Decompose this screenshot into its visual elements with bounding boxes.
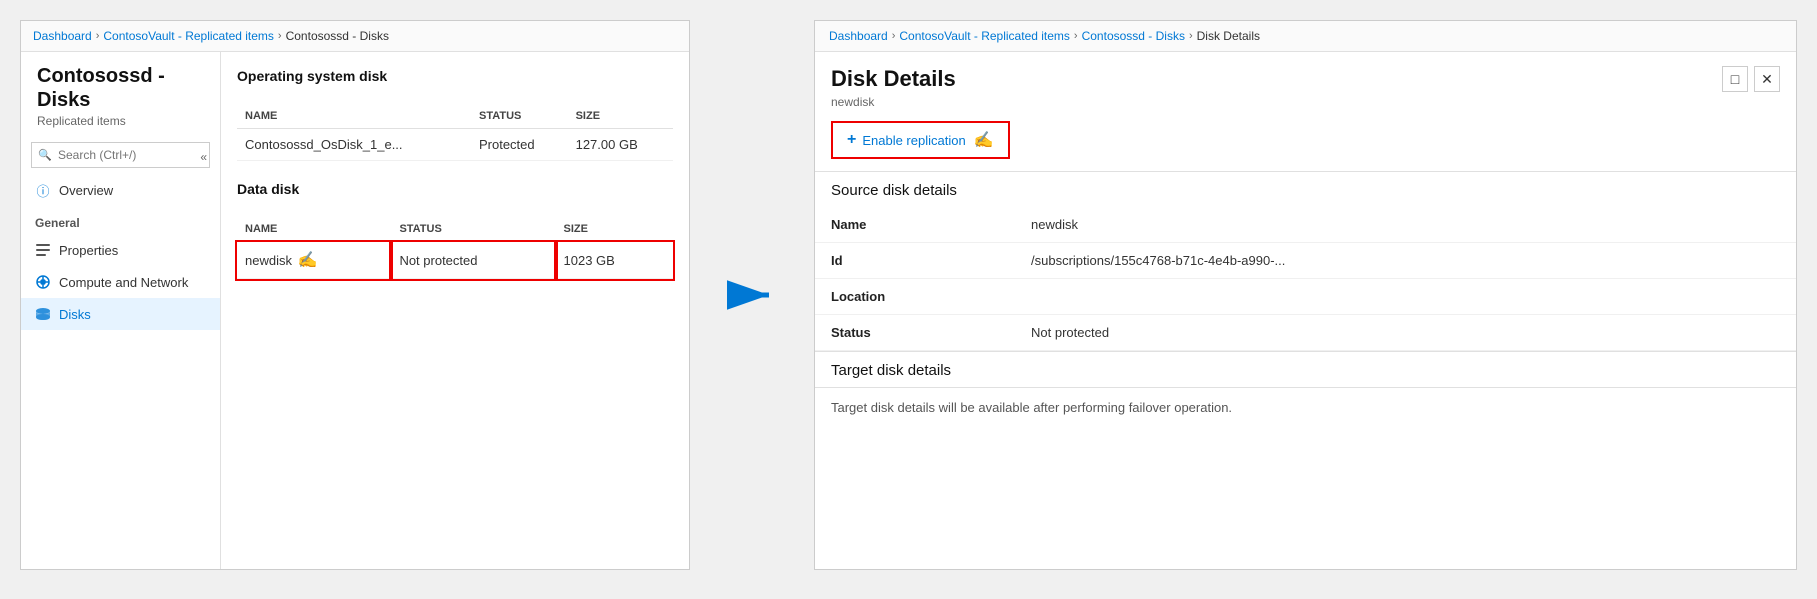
right-breadcrumb-disks[interactable]: Contosossd - Disks (1082, 29, 1185, 43)
detail-row-status: Status Not protected (815, 315, 1796, 351)
page-header: Contosossd - Disks Replicated items (21, 52, 220, 132)
breadcrumb-current: Contosossd - Disks (286, 29, 389, 43)
breadcrumb-sep-1: › (96, 30, 100, 42)
right-breadcrumb-sep-2: › (1074, 30, 1078, 42)
nav-section-general: General (21, 206, 220, 234)
source-details-table: Name newdisk Id /subscriptions/155c4768-… (815, 207, 1796, 351)
right-panel-header: Disk Details newdisk □ ✕ (815, 52, 1796, 115)
detail-value-id: /subscriptions/155c4768-b71c-4e4b-a990-.… (1015, 243, 1796, 279)
sidebar-item-overview[interactable]: ⓘ Overview (21, 174, 220, 206)
right-panel-subtitle: newdisk (831, 95, 956, 109)
arrow-indicator (722, 280, 782, 310)
target-note: Target disk details will be available af… (815, 387, 1796, 427)
right-breadcrumb-dashboard[interactable]: Dashboard (829, 29, 888, 43)
sidebar-item-overview-label: Overview (59, 183, 113, 198)
os-disk-size: 127.00 GB (568, 129, 673, 161)
left-content: Contosossd - Disks Replicated items 🔍 « … (21, 52, 689, 569)
detail-label-status: Status (815, 315, 1015, 351)
page-title: Contosossd - Disks (37, 64, 204, 112)
os-disk-status: Protected (471, 129, 568, 161)
source-section-title: Source disk details (815, 171, 1796, 207)
os-disk-table: NAME STATUS SIZE Contosossd_OsDisk_1_e..… (237, 104, 673, 161)
page-subtitle: Replicated items (37, 114, 204, 128)
main-content: Operating system disk NAME STATUS SIZE C… (221, 52, 689, 569)
properties-icon (35, 242, 51, 258)
maximize-button[interactable]: □ (1722, 66, 1748, 92)
os-disk-col-status: STATUS (471, 104, 568, 129)
sidebar: Contosossd - Disks Replicated items 🔍 « … (21, 52, 221, 569)
sidebar-item-properties[interactable]: Properties (21, 234, 220, 266)
detail-label-location: Location (815, 279, 1015, 315)
left-panel: Dashboard › ContosoVault - Replicated it… (20, 20, 690, 570)
enable-replication-label: Enable replication (862, 133, 965, 148)
right-panel: Dashboard › ContosoVault - Replicated it… (814, 20, 1797, 570)
compute-icon (35, 274, 51, 290)
right-breadcrumb-current: Disk Details (1197, 29, 1260, 43)
breadcrumb-dashboard[interactable]: Dashboard (33, 29, 92, 43)
data-disk-status: Not protected (391, 242, 555, 279)
sidebar-item-compute-label: Compute and Network (59, 275, 188, 290)
detail-value-name: newdisk (1015, 207, 1796, 243)
search-input[interactable] (31, 142, 210, 168)
os-disk-col-name: NAME (237, 104, 471, 129)
search-box-container: 🔍 « (31, 142, 210, 168)
search-icon: 🔍 (38, 149, 52, 162)
sidebar-item-compute[interactable]: Compute and Network (21, 266, 220, 298)
detail-row-id: Id /subscriptions/155c4768-b71c-4e4b-a99… (815, 243, 1796, 279)
info-icon: ⓘ (35, 182, 51, 198)
data-disk-size: 1023 GB (556, 242, 673, 279)
sidebar-item-disks-label: Disks (59, 307, 91, 322)
table-row[interactable]: Contosossd_OsDisk_1_e... Protected 127.0… (237, 129, 673, 161)
os-disk-col-size: SIZE (568, 104, 673, 129)
panel-controls: □ ✕ (1722, 66, 1780, 92)
detail-label-name: Name (815, 207, 1015, 243)
data-disk-name: newdisk ✍ (237, 242, 391, 279)
data-disk-section-title: Data disk (237, 181, 673, 197)
arrow-svg (727, 280, 777, 310)
data-disk-col-size: SIZE (556, 217, 673, 242)
collapse-button[interactable]: « (196, 148, 211, 166)
detail-value-location (1015, 279, 1796, 315)
data-disk-col-status: STATUS (391, 217, 555, 242)
os-disk-section-title: Operating system disk (237, 68, 673, 84)
button-cursor-icon: ✍ (974, 130, 994, 150)
right-breadcrumb-vault[interactable]: ContosoVault - Replicated items (899, 29, 1070, 43)
enable-replication-button[interactable]: + Enable replication ✍ (831, 121, 1010, 159)
cursor-hand-icon: ✍ (298, 250, 318, 270)
right-panel-title-block: Disk Details newdisk (831, 66, 956, 109)
detail-row-location: Location (815, 279, 1796, 315)
close-button[interactable]: ✕ (1754, 66, 1780, 92)
breadcrumb-vault[interactable]: ContosoVault - Replicated items (103, 29, 274, 43)
right-breadcrumb: Dashboard › ContosoVault - Replicated it… (815, 21, 1796, 52)
data-disk-col-name: NAME (237, 217, 391, 242)
detail-value-status: Not protected (1015, 315, 1796, 351)
sidebar-item-disks[interactable]: Disks (21, 298, 220, 330)
table-row[interactable]: newdisk ✍ Not protected 1023 GB (237, 242, 673, 279)
os-disk-name: Contosossd_OsDisk_1_e... (237, 129, 471, 161)
data-disk-table: NAME STATUS SIZE newdisk ✍ Not protected (237, 217, 673, 279)
right-breadcrumb-sep-3: › (1189, 30, 1193, 42)
target-section-title: Target disk details (815, 351, 1796, 387)
breadcrumb-sep-2: › (278, 30, 282, 42)
right-breadcrumb-sep-1: › (892, 30, 896, 42)
right-panel-title: Disk Details (831, 66, 956, 92)
detail-row-name: Name newdisk (815, 207, 1796, 243)
detail-label-id: Id (815, 243, 1015, 279)
plus-icon: + (847, 131, 856, 149)
disks-icon (35, 306, 51, 322)
left-breadcrumb: Dashboard › ContosoVault - Replicated it… (21, 21, 689, 52)
sidebar-item-properties-label: Properties (59, 243, 118, 258)
